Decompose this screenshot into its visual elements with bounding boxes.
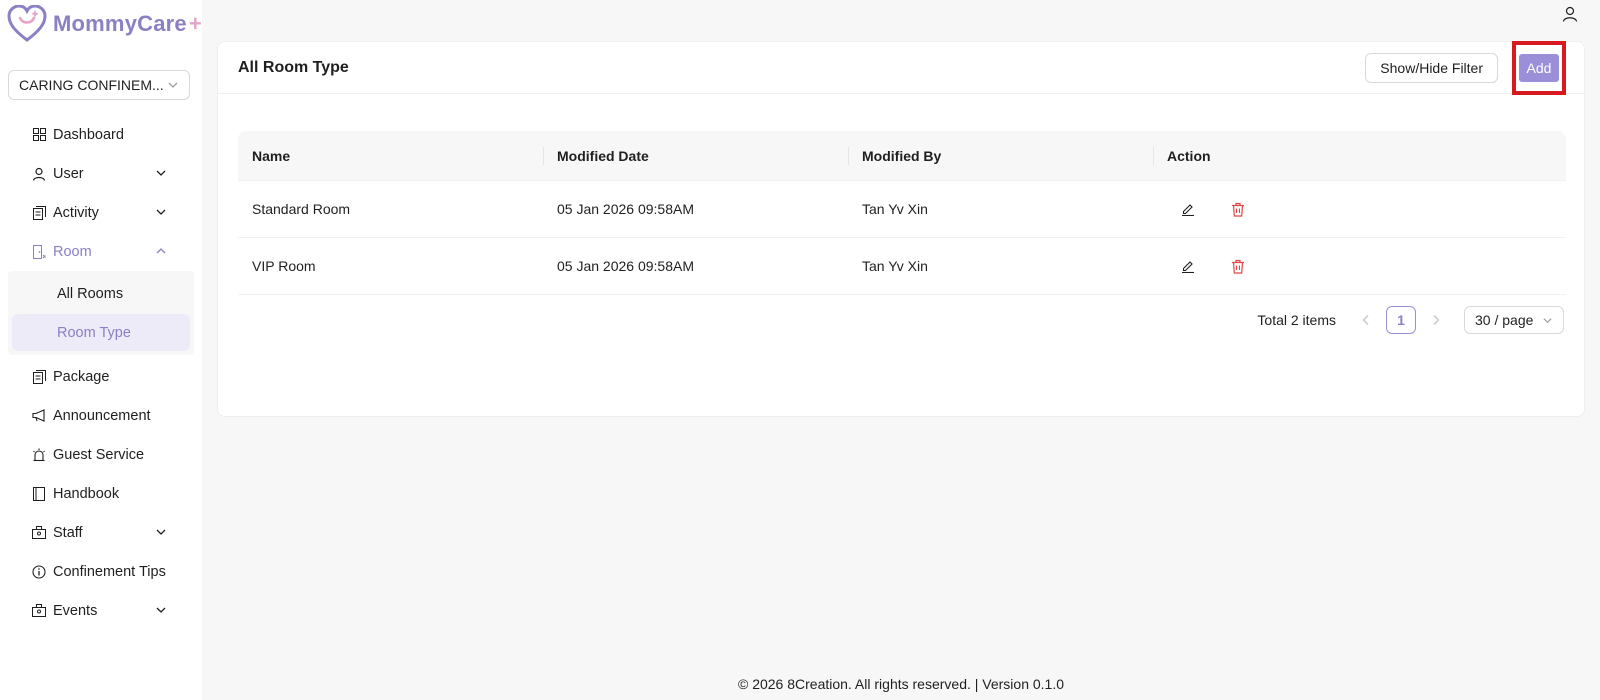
- heart-logo-icon: [7, 5, 47, 42]
- room-icon: [32, 244, 46, 259]
- sidebar-item-events[interactable]: Events: [0, 591, 202, 630]
- sidebar-item-announcement[interactable]: Announcement: [0, 396, 202, 435]
- logo[interactable]: MommyCare +: [7, 4, 202, 44]
- show-hide-filter-button[interactable]: Show/Hide Filter: [1365, 52, 1498, 83]
- table-row: Standard Room 05 Jan 2026 09:58AM Tan Yv…: [238, 181, 1566, 238]
- pagination-total: Total 2 items: [1257, 312, 1336, 328]
- sidebar-item-label: All Rooms: [57, 285, 124, 302]
- page-number-current[interactable]: 1: [1386, 306, 1416, 334]
- sidebar-item-all-rooms[interactable]: All Rooms: [12, 275, 190, 312]
- sidebar-item-label: Staff: [53, 524, 83, 541]
- brand-name: MommyCare: [53, 11, 187, 36]
- room-type-table: Name Modified Date Modified By Action St…: [238, 131, 1566, 295]
- id-badge-icon: [32, 604, 46, 618]
- table-header: Name Modified Date Modified By Action: [238, 131, 1566, 181]
- edit-icon[interactable]: [1176, 254, 1200, 278]
- card-header: All Room Type Show/Hide Filter Add: [218, 40, 1584, 95]
- cell-modified-date: 05 Jan 2026 09:58AM: [557, 201, 694, 217]
- cell-name: VIP Room: [252, 258, 316, 274]
- delete-icon[interactable]: [1226, 254, 1250, 278]
- sidebar: MommyCare + CARING CONFINEM... Dashboard…: [0, 0, 202, 700]
- brand-plus: +: [188, 11, 202, 36]
- page-size-select[interactable]: 30 / page: [1464, 306, 1564, 334]
- package-icon: [32, 369, 46, 384]
- column-header-action: Action: [1153, 131, 1566, 181]
- sidebar-item-room[interactable]: Room: [0, 232, 202, 271]
- chevron-up-icon: [154, 244, 168, 258]
- chevron-down-icon: [154, 205, 168, 219]
- book-icon: [32, 486, 46, 501]
- column-header-name: Name: [252, 147, 291, 164]
- edit-icon[interactable]: [1176, 197, 1200, 221]
- sidebar-item-label: Package: [53, 368, 110, 385]
- user-icon: [32, 167, 46, 181]
- chevron-down-icon: [1543, 317, 1552, 323]
- sidebar-item-dashboard[interactable]: Dashboard: [0, 115, 202, 154]
- organization-select[interactable]: CARING CONFINEM...: [8, 70, 190, 100]
- column-header-modified-by: Modified By: [848, 131, 1153, 181]
- column-header-modified-date: Modified Date: [543, 131, 848, 181]
- sidebar-item-label: Room: [53, 243, 92, 260]
- add-button-highlight: Add: [1512, 40, 1566, 95]
- sidebar-item-label: Announcement: [53, 407, 151, 424]
- page-title: All Room Type: [238, 58, 349, 76]
- info-icon: [32, 564, 46, 579]
- user-profile-icon[interactable]: [1562, 6, 1580, 24]
- sidebar-nav: Dashboard User Activity Room All Rooms R…: [0, 115, 202, 630]
- cell-modified-date: 05 Jan 2026 09:58AM: [557, 258, 694, 274]
- sidebar-item-user[interactable]: User: [0, 154, 202, 193]
- cell-modified-by: Tan Yv Xin: [862, 201, 928, 217]
- sidebar-item-room-type[interactable]: Room Type: [12, 314, 190, 351]
- sidebar-item-handbook[interactable]: Handbook: [0, 474, 202, 513]
- id-badge-icon: [32, 526, 46, 540]
- cell-modified-by: Tan Yv Xin: [862, 258, 928, 274]
- sidebar-item-package[interactable]: Package: [0, 357, 202, 396]
- prev-page-icon[interactable]: [1352, 314, 1380, 326]
- alarm-icon: [32, 448, 46, 462]
- sidebar-item-staff[interactable]: Staff: [0, 513, 202, 552]
- chevron-down-icon: [154, 166, 168, 180]
- room-submenu: All Rooms Room Type: [8, 271, 194, 355]
- chevron-down-icon: [154, 603, 168, 617]
- cell-actions: [1153, 254, 1566, 278]
- pagination: Total 2 items 1 30 / page: [1257, 305, 1564, 335]
- organization-select-value: CARING CONFINEM...: [19, 77, 164, 93]
- next-page-icon[interactable]: [1422, 314, 1450, 326]
- add-button[interactable]: Add: [1519, 53, 1559, 82]
- sidebar-item-guest-service[interactable]: Guest Service: [0, 435, 202, 474]
- cell-name: Standard Room: [252, 201, 351, 217]
- sidebar-item-label: Handbook: [53, 485, 120, 502]
- table-row: VIP Room 05 Jan 2026 09:58AM Tan Yv Xin: [238, 238, 1566, 295]
- chevron-down-icon: [154, 525, 168, 539]
- sidebar-item-label: Confinement Tips: [53, 563, 166, 580]
- sidebar-item-label: Events: [53, 602, 98, 619]
- sidebar-item-label: User: [53, 165, 84, 182]
- chevron-down-icon: [168, 82, 178, 88]
- sidebar-item-label: Guest Service: [53, 446, 145, 463]
- page-size-value: 30 / page: [1475, 312, 1534, 328]
- app: MommyCare + CARING CONFINEM... Dashboard…: [0, 0, 1600, 700]
- sidebar-item-label: Room Type: [57, 324, 131, 341]
- activity-icon: [32, 205, 46, 220]
- sidebar-item-activity[interactable]: Activity: [0, 193, 202, 232]
- megaphone-icon: [32, 409, 46, 423]
- footer-copyright: © 2026 8Creation. All rights reserved. |…: [737, 676, 1065, 692]
- sidebar-item-label: Activity: [53, 204, 99, 221]
- delete-icon[interactable]: [1226, 197, 1250, 221]
- sidebar-item-label: Dashboard: [53, 126, 124, 143]
- sidebar-item-confinement-tips[interactable]: Confinement Tips: [0, 552, 202, 591]
- cell-actions: [1153, 197, 1566, 221]
- room-type-card: All Room Type Show/Hide Filter Add Name …: [217, 40, 1585, 417]
- dashboard-icon: [32, 128, 46, 142]
